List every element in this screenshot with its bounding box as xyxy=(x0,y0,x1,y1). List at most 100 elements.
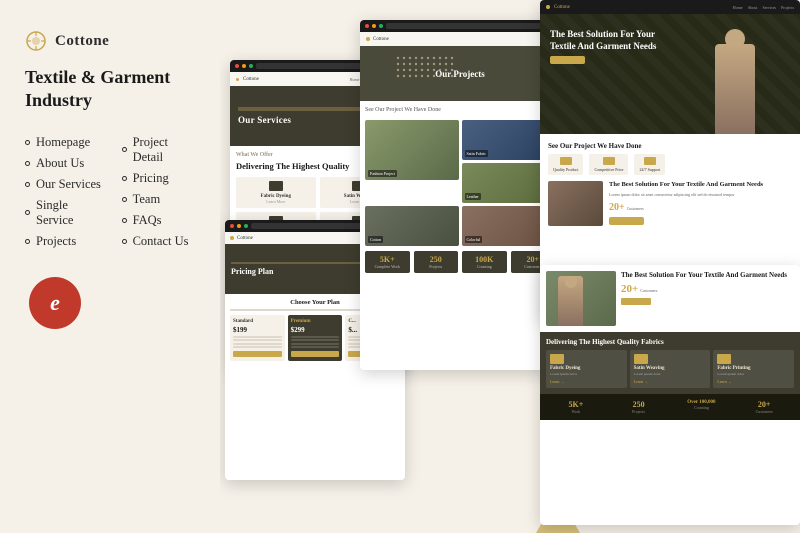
about-cta-button[interactable] xyxy=(621,298,651,305)
projects-nav-bar xyxy=(360,20,560,32)
about-card-title-2: Satin Weaving xyxy=(634,366,707,371)
preview-projects[interactable]: Cottone Our Projects See Our Project We … xyxy=(360,20,560,370)
proj-stat-num-2: 250 xyxy=(418,255,455,264)
dots-decoration xyxy=(395,55,455,90)
hero-learn-more-button[interactable] xyxy=(609,217,644,225)
nav-max xyxy=(244,224,248,228)
about-person-head xyxy=(565,276,577,288)
proj-stat-label-2: Projects xyxy=(418,264,455,269)
nav-bullet xyxy=(122,239,127,244)
nav-col-right: Project Detail Pricing Team FAQs Contact… xyxy=(122,135,195,249)
nav-item-homepage[interactable]: Homepage xyxy=(25,135,102,150)
elementor-letter: e xyxy=(50,290,60,316)
logo-area: Cottone xyxy=(25,30,195,52)
nav-url xyxy=(386,23,555,29)
nav-item-team[interactable]: Team xyxy=(122,192,195,207)
hero-story-body: Lorem ipsum dolor sit amet consectetur a… xyxy=(609,192,792,198)
nav-bullet xyxy=(122,147,127,152)
about-stat-num-1: 5K+ xyxy=(546,400,606,409)
price-btn-2[interactable] xyxy=(291,351,340,357)
tagline: Textile & Garment Industry xyxy=(25,66,195,113)
price-features-2 xyxy=(291,336,340,349)
about-card-text-2: Lorem ipsum dolor xyxy=(634,372,707,377)
preview-about[interactable]: The Best Solution For Your Textile And G… xyxy=(540,265,800,525)
hero-story-text: The Best Solution For Your Textile And G… xyxy=(609,181,792,226)
nav-close xyxy=(365,24,369,28)
project-img-4: Cotton xyxy=(365,206,459,246)
about-card-title-3: Fabric Printing xyxy=(717,366,790,371)
nav-item-single[interactable]: Single Service xyxy=(25,198,102,228)
hero-stat-label-2: Competitive Price xyxy=(594,167,623,172)
about-top-text: The Best Solution For Your Textile And G… xyxy=(621,271,794,326)
logo-text: Cottone xyxy=(55,33,109,50)
hero-section-title: See Our Project We Have Done xyxy=(548,142,792,150)
nav-item-pricing[interactable]: Pricing xyxy=(122,171,195,186)
about-card-link-3[interactable]: Learn → xyxy=(717,379,790,384)
nav-item-faqs[interactable]: FAQs xyxy=(122,213,195,228)
hero-person-illustration xyxy=(710,34,760,134)
hero-main-banner: The Best Solution For Your Textile And G… xyxy=(540,14,800,134)
about-stat-4: 20+ Customers xyxy=(734,400,794,414)
pricing-logo-dot xyxy=(230,236,234,240)
nav-item-contact[interactable]: Contact Us xyxy=(122,234,195,249)
project-img-1: Fashion Project xyxy=(365,120,459,180)
about-top-title: The Best Solution For Your Textile And G… xyxy=(621,271,794,280)
proj-stat-num-1: 5K+ xyxy=(369,255,406,264)
hero-count-num: 20+ xyxy=(609,202,625,213)
projects-stats: 5K+ Complete Work 250 Projects 100K Coun… xyxy=(365,251,555,273)
projects-header: Our Projects xyxy=(360,46,560,101)
nav-bullet xyxy=(25,161,30,166)
price-btn-1[interactable] xyxy=(233,351,282,357)
nav-bullet xyxy=(25,239,30,244)
services-logo-text: Cottone xyxy=(243,77,259,82)
hero-person-body xyxy=(715,44,755,134)
proj-label-2: Satin Fabric xyxy=(465,150,488,157)
nav-bullet xyxy=(25,210,30,215)
hero-story-title: The Best Solution For Your Textile And G… xyxy=(609,181,792,189)
price-col-amount-1: $199 xyxy=(233,326,282,334)
nav-item-services[interactable]: Our Services xyxy=(25,177,102,192)
hero-logo-bar: Cottone Home About Services Projects xyxy=(540,0,800,14)
about-stat-num-4: 20+ xyxy=(734,400,794,409)
about-count-row: 20+ Customers xyxy=(621,283,794,295)
about-top-image xyxy=(546,271,616,326)
hero-content-section: See Our Project We Have Done Quality Pro… xyxy=(540,134,800,234)
nav-bullet xyxy=(25,182,30,187)
logo-icon xyxy=(25,30,47,52)
proj-label-4: Cotton xyxy=(368,236,383,243)
nav-min xyxy=(237,224,241,228)
nav-item-projects[interactable]: Projects xyxy=(25,234,102,249)
about-top-content: The Best Solution For Your Textile And G… xyxy=(540,265,800,332)
about-cards-grid: Fabric Dyeing Lorem ipsum dolor Learn → … xyxy=(546,350,794,388)
about-card-text-3: Lorem ipsum dolor xyxy=(717,372,790,377)
hero-stat-3: 24/7 Support xyxy=(634,154,665,175)
proj-label-3: Leather xyxy=(465,193,481,200)
nav-max xyxy=(379,24,383,28)
about-card-3: Fabric Printing Lorem ipsum dolor Learn … xyxy=(713,350,794,388)
about-card-link-2[interactable]: Learn → xyxy=(634,379,707,384)
hero-count-label: Customers xyxy=(627,206,644,211)
hero-stat-1: Quality Product xyxy=(548,154,583,175)
price-col-title-1: Standard xyxy=(233,319,282,324)
about-stat-label-1: Work xyxy=(546,409,606,414)
projects-logo-text: Cottone xyxy=(373,37,389,42)
sidebar: Cottone Textile & Garment Industry Homep… xyxy=(0,0,220,533)
hero-stat-label-3: 24/7 Support xyxy=(639,167,660,172)
projects-logo-dot xyxy=(366,37,370,41)
hero-stats-row: Quality Product Competitive Price 24/7 S… xyxy=(548,154,792,175)
price-col-title-2: Premium xyxy=(291,319,340,324)
hero-stat-icon-3 xyxy=(644,157,656,165)
about-stat-3: Over 100,000 Counting xyxy=(672,400,732,414)
proj-stat-1: 5K+ Complete Work xyxy=(365,251,410,273)
hero-stat-icon-2 xyxy=(603,157,615,165)
projects-grid: Fashion Project Satin Fabric Leather xyxy=(365,120,555,246)
proj-stat-label-3: Counting xyxy=(466,264,503,269)
proj-stat-2: 250 Projects xyxy=(414,251,459,273)
about-stat-label-2: Projects xyxy=(609,409,669,414)
nav-item-aboutus[interactable]: About Us xyxy=(25,156,102,171)
about-card-link-1[interactable]: Learn → xyxy=(550,379,623,384)
price-col-premium: Premium $299 xyxy=(288,315,343,362)
about-card-2: Satin Weaving Lorem ipsum dolor Learn → xyxy=(630,350,711,388)
hero-cta-button[interactable] xyxy=(550,56,585,64)
nav-item-project-detail[interactable]: Project Detail xyxy=(122,135,195,165)
